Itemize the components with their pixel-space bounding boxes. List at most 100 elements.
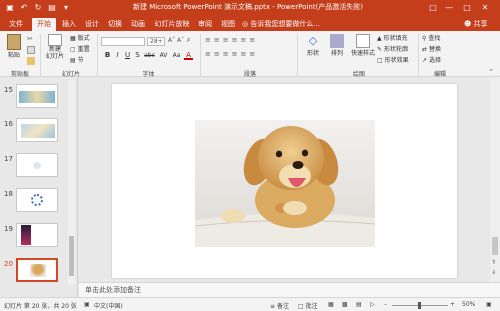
undo-icon[interactable]: ↶	[18, 2, 30, 14]
layout-button[interactable]: ▦ 版式	[70, 34, 90, 43]
shapes-icon: ◇	[308, 34, 318, 47]
redo-icon[interactable]: ↻	[32, 2, 44, 14]
layout-icon: ▦	[70, 35, 78, 42]
tab-animations[interactable]: 动画	[129, 18, 147, 31]
zoom-level[interactable]: 50%	[462, 301, 475, 308]
zoom-in-button[interactable]: +	[450, 301, 455, 308]
tab-slideshow[interactable]: 幻灯片放映	[152, 18, 192, 31]
tab-file[interactable]: 文件	[6, 18, 26, 31]
format-painter-icon[interactable]	[27, 57, 35, 65]
reset-button[interactable]: ▢ 重置	[70, 45, 90, 54]
replace-label: 替换	[428, 46, 441, 53]
arrange-icon	[330, 34, 344, 48]
tab-review[interactable]: 审阅	[196, 18, 214, 31]
tab-transitions[interactable]: 切换	[106, 18, 124, 31]
clear-formatting-icon[interactable]: ✗	[186, 37, 194, 45]
bold-button[interactable]: B	[103, 51, 112, 60]
character-spacing-button[interactable]: AV	[158, 51, 169, 60]
slide-thumbnail[interactable]	[16, 84, 58, 108]
shape-outline-button[interactable]: ✎ 形状轮廓	[377, 45, 408, 54]
find-button[interactable]: ⚲ 查找	[422, 34, 440, 43]
shape-effects-button[interactable]: □ 形状效果	[377, 56, 409, 65]
reset-icon: ▢	[70, 46, 78, 53]
cut-icon[interactable]: ✂	[27, 35, 35, 43]
change-case-button[interactable]: Aa	[171, 51, 182, 60]
layout-label: 版式	[77, 35, 90, 42]
strikethrough-button[interactable]: abc	[143, 51, 156, 60]
fit-to-window-icon[interactable]: ▣	[486, 301, 492, 308]
slide-thumbnail[interactable]	[16, 188, 58, 212]
quick-styles-button[interactable]: 快速样式	[350, 34, 376, 57]
replace-button[interactable]: ⇄ 替换	[422, 45, 441, 54]
normal-view-icon[interactable]: ▦	[328, 301, 334, 308]
reading-view-icon[interactable]: ▤	[356, 301, 362, 308]
save-icon[interactable]: ▣	[4, 2, 16, 14]
shape-fill-button[interactable]: ▲ 形状填充	[377, 34, 408, 43]
notes-pane[interactable]: 单击此处添加备注	[79, 282, 500, 297]
thumbnail-image	[21, 124, 55, 138]
select-button[interactable]: ↗ 选择	[422, 56, 441, 65]
new-slide-button[interactable]: 新建 幻灯片	[43, 34, 67, 60]
alignment-buttons[interactable]: ≡≡≡≡≡≡	[205, 50, 291, 60]
grow-shrink-font-icon[interactable]: Aˆ Aˇ	[168, 37, 184, 44]
puppy-picture[interactable]	[195, 120, 375, 247]
tab-view[interactable]: 视图	[219, 18, 237, 31]
slide-sorter-view-icon[interactable]: ▩	[342, 301, 348, 308]
tab-insert[interactable]: 插入	[60, 18, 78, 31]
find-label: 查找	[428, 35, 441, 42]
shape-fill-label: 形状填充	[383, 35, 408, 42]
spell-check-icon[interactable]: ▣	[84, 301, 90, 308]
zoom-slider-handle[interactable]	[418, 302, 421, 309]
underline-button[interactable]: U	[123, 51, 132, 60]
tell-me-search[interactable]: ◎ 告诉我您想要做什么...	[242, 18, 382, 31]
slide-number: 15	[4, 86, 13, 94]
font-name-box[interactable]	[101, 37, 145, 46]
slide-counter: 幻灯片 第 20 张，共 20 张	[4, 303, 77, 310]
language-indicator[interactable]: 中文(中国)	[94, 301, 123, 310]
tab-design[interactable]: 设计	[83, 18, 101, 31]
slide-thumbnail[interactable]	[16, 223, 58, 247]
slide-scrollbar[interactable]: ⇑ ⇓	[490, 77, 500, 282]
customize-quick-access-icon[interactable]: ▾	[60, 2, 72, 14]
reset-label: 重置	[77, 46, 90, 53]
pen-icon: ✎	[377, 46, 384, 53]
select-label: 选择	[428, 57, 441, 64]
list-buttons[interactable]: ≡≡≡≡≡≡	[205, 36, 291, 46]
arrange-label: 排列	[330, 50, 343, 57]
thumbnail-image	[21, 225, 31, 245]
share-label: 共享	[473, 20, 488, 28]
effects-icon: □	[377, 57, 385, 64]
thumbnail-image	[30, 264, 46, 277]
font-color-button[interactable]: A	[184, 51, 193, 60]
section-button[interactable]: ▤ 节	[70, 56, 84, 65]
slide-thumbnail[interactable]	[16, 118, 58, 142]
notes-icon: ≡	[270, 303, 277, 310]
copy-icon[interactable]	[27, 46, 35, 54]
minimize-button[interactable]: —	[442, 2, 456, 14]
tab-home[interactable]: 开始	[32, 18, 56, 31]
previous-slide-icon[interactable]: ⇑	[491, 259, 496, 266]
paste-button[interactable]: 粘贴	[4, 34, 24, 59]
next-slide-icon[interactable]: ⇓	[491, 269, 496, 276]
zoom-out-button[interactable]: –	[384, 301, 387, 308]
share-button[interactable]: ☻ 共享	[464, 18, 498, 31]
comments-toggle-button[interactable]: □ 批注	[298, 301, 318, 310]
start-from-beginning-icon[interactable]: ▤	[46, 2, 58, 14]
close-button[interactable]: ✕	[478, 2, 492, 14]
thumbnail-scrollbar-thumb[interactable]	[69, 236, 74, 276]
slide-scrollbar-thumb[interactable]	[492, 237, 498, 255]
notes-toggle-button[interactable]: ≡ 备注	[270, 301, 289, 310]
ribbon-display-options-icon[interactable]: □	[426, 2, 440, 14]
shapes-button[interactable]: ◇ 形状	[302, 34, 324, 57]
slide-thumbnail-selected[interactable]	[16, 258, 58, 282]
italic-button[interactable]: I	[113, 51, 122, 60]
arrange-button[interactable]: 排列	[326, 34, 348, 57]
slide-thumbnail[interactable]	[16, 153, 58, 177]
collapse-ribbon-icon[interactable]: ⌃	[488, 68, 494, 76]
font-size-box[interactable]: 28+	[147, 37, 165, 46]
person-icon: ☻	[464, 20, 474, 28]
shadow-button[interactable]: S	[133, 51, 142, 60]
slideshow-view-icon[interactable]: ▷	[370, 301, 375, 308]
comments-toggle-label: 批注	[305, 303, 318, 310]
maximize-button[interactable]: □	[460, 2, 474, 14]
